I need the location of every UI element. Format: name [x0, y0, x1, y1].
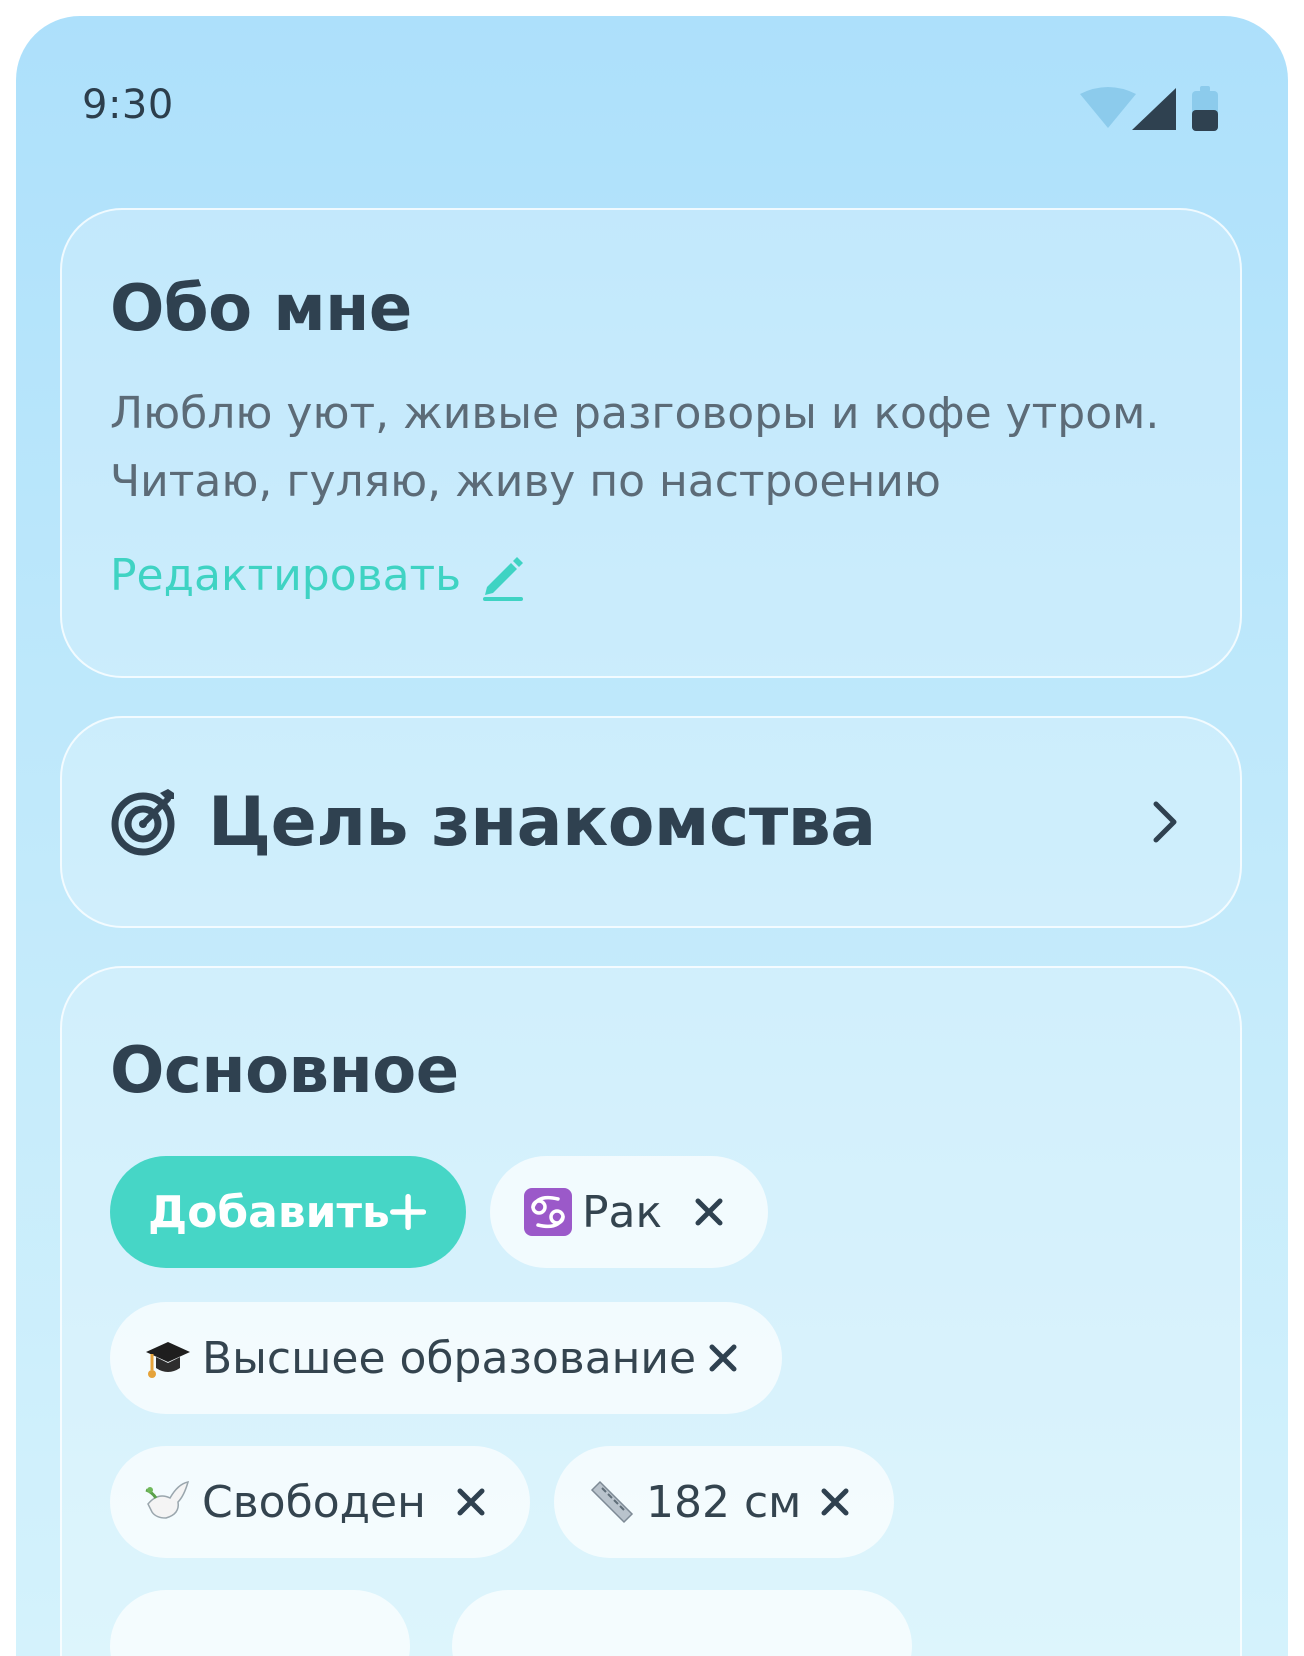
add-button[interactable]: Добавить	[110, 1156, 466, 1268]
about-title: Обо мне	[110, 272, 412, 346]
chip-education-label: Высшее образование	[202, 1332, 697, 1384]
dove-icon	[144, 1478, 192, 1526]
cancer-zodiac-icon	[524, 1188, 572, 1236]
remove-relationship-icon[interactable]	[456, 1487, 486, 1517]
about-text-line1: Люблю уют, живые разговоры и кофе утром.	[110, 388, 1160, 439]
plus-icon	[389, 1193, 426, 1231]
about-text: Люблю уют, живые разговоры и кофе утром.…	[110, 380, 1210, 516]
dating-goal-title: Цель знакомства	[208, 782, 876, 862]
remove-zodiac-icon[interactable]	[694, 1197, 724, 1227]
status-icons	[1078, 86, 1228, 138]
chip-relationship[interactable]: Свободен	[110, 1446, 530, 1558]
chip-partial[interactable]	[452, 1590, 912, 1656]
chip-zodiac[interactable]: Рак	[490, 1156, 768, 1268]
signal-icon	[1132, 88, 1176, 130]
dating-goal-row: Цель знакомства	[110, 718, 1180, 926]
wifi-icon	[1080, 87, 1136, 128]
ruler-icon	[588, 1478, 636, 1526]
pencil-icon	[483, 556, 524, 601]
about-card: Обо мне Люблю уют, живые разговоры и коф…	[60, 208, 1242, 678]
chip-height[interactable]: 182 см	[554, 1446, 894, 1558]
remove-height-icon[interactable]	[820, 1487, 850, 1517]
edit-about-link[interactable]: Редактировать	[110, 550, 525, 601]
chip-relationship-label: Свободен	[202, 1476, 426, 1528]
main-info-card: Основное Добавить Рак Высшее образование…	[60, 966, 1242, 1656]
status-bar: 9:30	[16, 16, 1288, 156]
battery-icon	[1192, 86, 1218, 131]
dating-goal-card[interactable]: Цель знакомства	[60, 716, 1242, 928]
graduation-cap-icon	[144, 1334, 192, 1382]
chip-education[interactable]: Высшее образование	[110, 1302, 782, 1414]
chip-partial[interactable]	[110, 1590, 410, 1656]
remove-education-icon[interactable]	[708, 1343, 738, 1373]
add-button-label: Добавить	[148, 1186, 390, 1238]
status-time: 9:30	[82, 82, 174, 128]
chip-height-label: 182 см	[646, 1476, 802, 1528]
target-icon	[111, 789, 175, 856]
about-text-line2: Читаю, гуляю, живу по настроению	[110, 456, 941, 507]
edit-about-label: Редактировать	[110, 550, 462, 601]
chip-zodiac-label: Рак	[582, 1186, 663, 1238]
main-info-title: Основное	[110, 1034, 459, 1108]
phone-screen: 9:30 Обо мне Люблю уют, живые разговоры …	[16, 16, 1288, 1656]
chevron-right-icon	[1153, 801, 1177, 843]
